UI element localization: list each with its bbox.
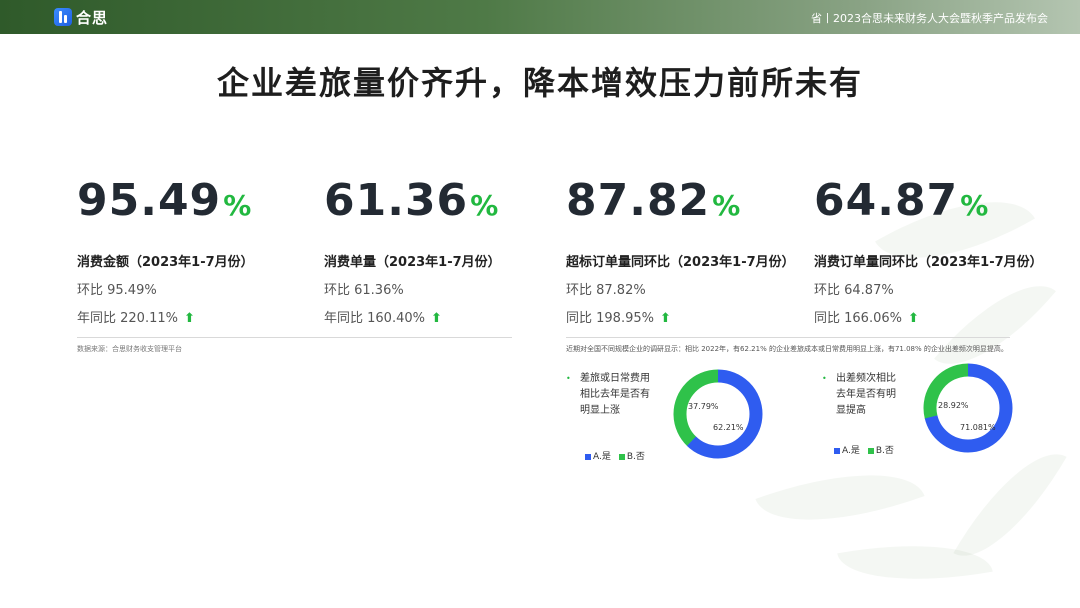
brand-logo: 合思 — [54, 6, 108, 28]
legend-yes: A.是 — [585, 449, 611, 462]
brand-logo-text: 合思 — [76, 8, 109, 27]
divider-right — [566, 337, 1010, 338]
metric-yoy: 同比 166.06% ⬆ — [814, 311, 919, 326]
metric-value: 64.87% — [814, 175, 990, 226]
legend-no: B.否 — [867, 443, 894, 456]
donut-chart — [673, 369, 763, 459]
metric-yoy: 同比 198.95% ⬆ — [566, 311, 671, 326]
metric-mom: 环比 61.36% — [324, 283, 404, 298]
metric-value: 95.49% — [77, 175, 253, 226]
poll-question: 出差频次相比 去年是否有明 显提高 — [836, 371, 896, 419]
poll-question-line: 差旅或日常费用 — [580, 373, 650, 384]
legend-no: B.否 — [618, 449, 645, 462]
top-banner: 合思 省丨2023合思未来财务人大会暨秋季产品发布会 — [0, 0, 1080, 34]
metric-yoy: 年同比 160.40% ⬆ — [324, 311, 442, 326]
poll-legend: A.是 B.否 — [834, 443, 894, 456]
metric-card: 61.36% 消费单量（2023年1-7月份） 环比 61.36% 年同比 16… — [324, 175, 554, 327]
metric-value: 87.82% — [566, 175, 742, 226]
poll-question-line: 明显上涨 — [580, 405, 620, 416]
metric-label: 消费订单量同环比（2023年1-7月份） — [814, 255, 1043, 270]
metric-card: 64.87% 消费订单量同环比（2023年1-7月份） 环比 64.87% 同比… — [814, 175, 1054, 327]
metric-label: 超标订单量同环比（2023年1-7月份） — [566, 255, 795, 270]
legend-no-swatch — [867, 447, 874, 454]
poll-question-line: 显提高 — [836, 405, 866, 416]
arrow-up-icon: ⬆ — [659, 311, 671, 326]
metric-mom: 环比 95.49% — [77, 283, 157, 298]
poll-question-line: 去年是否有明 — [836, 389, 896, 400]
metric-card: 95.49% 消费金额（2023年1-7月份） 环比 95.49% 年同比 22… — [77, 175, 307, 327]
metric-card: 87.82% 超标订单量同环比（2023年1-7月份） 环比 87.82% 同比… — [566, 175, 796, 327]
donut-yes-label: 71.081% — [960, 423, 996, 432]
legend-yes-swatch — [585, 453, 591, 460]
legend-yes: A.是 — [834, 443, 860, 456]
bullet-icon: • — [822, 374, 827, 383]
page-title: 企业差旅量价齐升，降本增效压力前所未有 — [216, 64, 863, 102]
brand-logo-icon — [54, 8, 72, 26]
donut-no-label: 37.79% — [688, 402, 719, 411]
poll-question-line: 相比去年是否有 — [580, 389, 650, 400]
metric-mom: 环比 87.82% — [566, 283, 646, 298]
survey-note: 近期对全国不同规模企业的调研显示：相比 2022年，有62.21% 的企业差旅成… — [566, 345, 1008, 353]
data-source-note: 数据来源：合思财务收支管理平台 — [77, 345, 182, 353]
donut-no-label: 28.92% — [938, 401, 969, 410]
arrow-up-icon: ⬆ — [183, 311, 195, 326]
metric-yoy: 年同比 220.11% ⬆ — [77, 311, 195, 326]
metric-mom: 环比 64.87% — [814, 283, 894, 298]
poll-question: 差旅或日常费用 相比去年是否有 明显上涨 — [580, 371, 650, 419]
legend-no-swatch — [618, 453, 625, 460]
poll-question-line: 出差频次相比 — [836, 373, 896, 384]
legend-yes-swatch — [834, 447, 840, 454]
metric-value: 61.36% — [324, 175, 500, 226]
divider-left — [77, 337, 512, 338]
metric-label: 消费单量（2023年1-7月份） — [324, 255, 501, 270]
donut-yes-label: 62.21% — [713, 423, 744, 432]
poll-legend: A.是 B.否 — [585, 449, 645, 462]
event-title: 省丨2023合思未来财务人大会暨秋季产品发布会 — [811, 12, 1048, 25]
metric-label: 消费金额（2023年1-7月份） — [77, 255, 254, 270]
decorative-leaf — [755, 444, 925, 551]
arrow-up-icon: ⬆ — [907, 311, 919, 326]
bullet-icon: • — [566, 374, 571, 383]
arrow-up-icon: ⬆ — [430, 311, 442, 326]
